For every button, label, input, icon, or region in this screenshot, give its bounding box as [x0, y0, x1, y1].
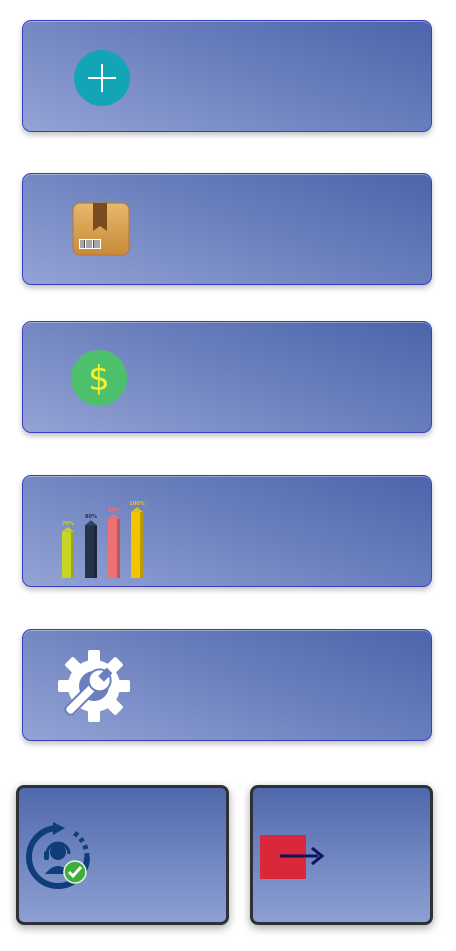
- settings-tile-button[interactable]: [22, 629, 432, 741]
- bar-chart-bar: [85, 520, 97, 578]
- exit-arrow-icon: [260, 833, 330, 881]
- bar-chart-icon: 70% 80% 90% 100%: [57, 501, 151, 581]
- svg-text:$: $: [88, 359, 110, 399]
- add-tile-button[interactable]: [22, 20, 432, 132]
- reports-tile-button[interactable]: 70% 80% 90% 100%: [22, 475, 432, 587]
- support-headset-icon: [23, 822, 93, 892]
- inventory-tile-button[interactable]: [22, 173, 432, 285]
- bar-chart-label: 80%: [85, 514, 97, 520]
- bar-chart-label: 100%: [129, 501, 144, 507]
- support-tile-button[interactable]: [16, 785, 229, 925]
- plus-circle-icon: [73, 49, 131, 107]
- bar-chart-label: 70%: [62, 521, 74, 527]
- gear-wrench-icon: [56, 648, 132, 724]
- logout-tile-button[interactable]: [250, 785, 433, 925]
- package-box-icon: [71, 201, 131, 257]
- bar-chart-bar: [131, 507, 143, 578]
- dollar-circle-icon: $: [70, 349, 128, 407]
- sales-tile-button[interactable]: $: [22, 321, 432, 433]
- bar-chart-label: 90%: [108, 508, 120, 514]
- bar-chart-bar: [108, 513, 120, 578]
- bar-chart-bar: [62, 526, 74, 578]
